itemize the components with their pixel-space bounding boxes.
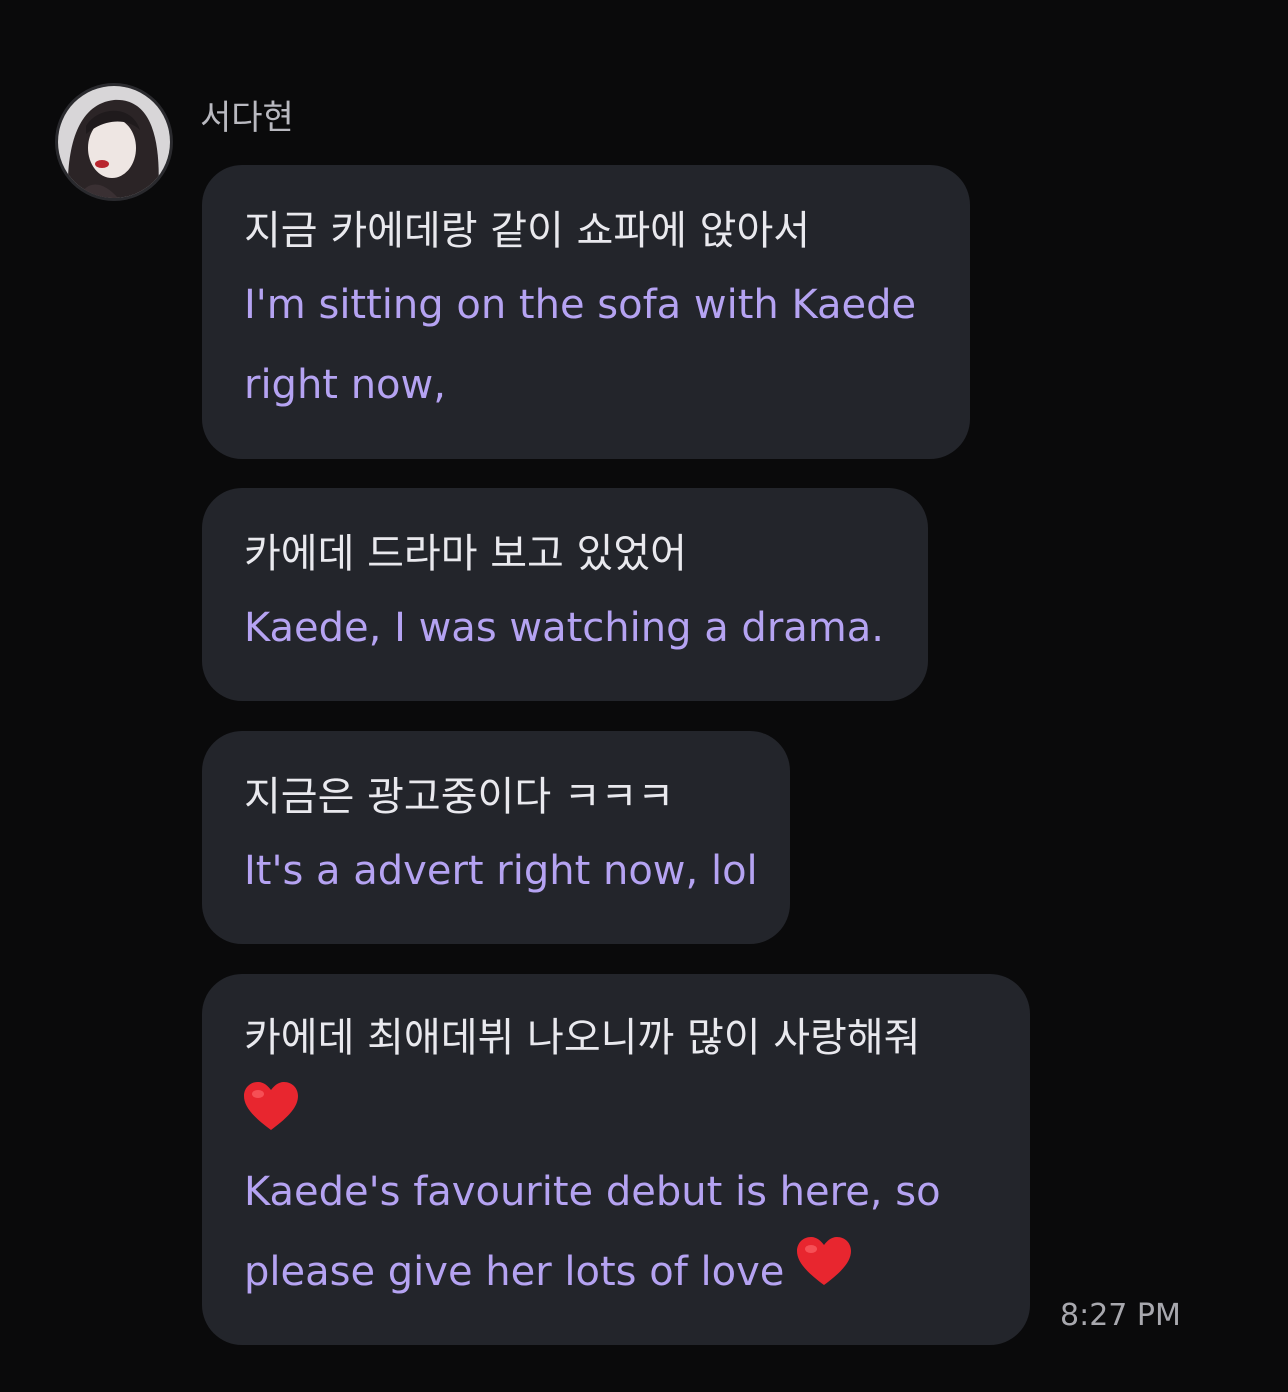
message-korean-text: 카에데 최애데뷔 나오니까 많이 사랑해줘 <box>244 1015 921 1061</box>
sender-name: 서다현 <box>200 98 294 138</box>
message-bubble[interactable]: 지금 카에데랑 같이 쇼파에 앉아서 I'm sitting on the so… <box>202 165 970 459</box>
message-korean-text: 지금 카에데랑 같이 쇼파에 앉아서 <box>244 208 811 254</box>
heart-emoji-icon <box>797 1234 852 1314</box>
message-translation-text: Kaede's favourite debut is here, so <box>244 1169 941 1215</box>
message-translation-text: right now, <box>244 362 446 408</box>
message-timestamp: 8:27 PM <box>1060 1298 1181 1333</box>
message-translation-text: Kaede, I was watching a drama. <box>244 605 884 651</box>
heart-emoji-icon <box>244 1081 298 1155</box>
message-translation-text: please give her lots of love <box>244 1249 785 1295</box>
message-bubble[interactable]: 지금은 광고중이다 ㅋㅋㅋ It's a advert right now, l… <box>202 731 790 944</box>
message-bubble[interactable]: 카에데 드라마 보고 있었어 Kaede, I was watching a d… <box>202 488 928 701</box>
avatar[interactable] <box>58 86 170 198</box>
message-bubble[interactable]: 카에데 최애데뷔 나오니까 많이 사랑해줘 Kaede's favourite … <box>202 974 1030 1345</box>
message-translation-text: It's a advert right now, lol <box>244 848 758 894</box>
message-korean-text: 지금은 광고중이다 ㅋㅋㅋ <box>244 774 675 820</box>
message-korean-text: 카에데 드라마 보고 있었어 <box>244 531 687 577</box>
message-translation-text: I'm sitting on the sofa with Kaede <box>244 282 917 328</box>
